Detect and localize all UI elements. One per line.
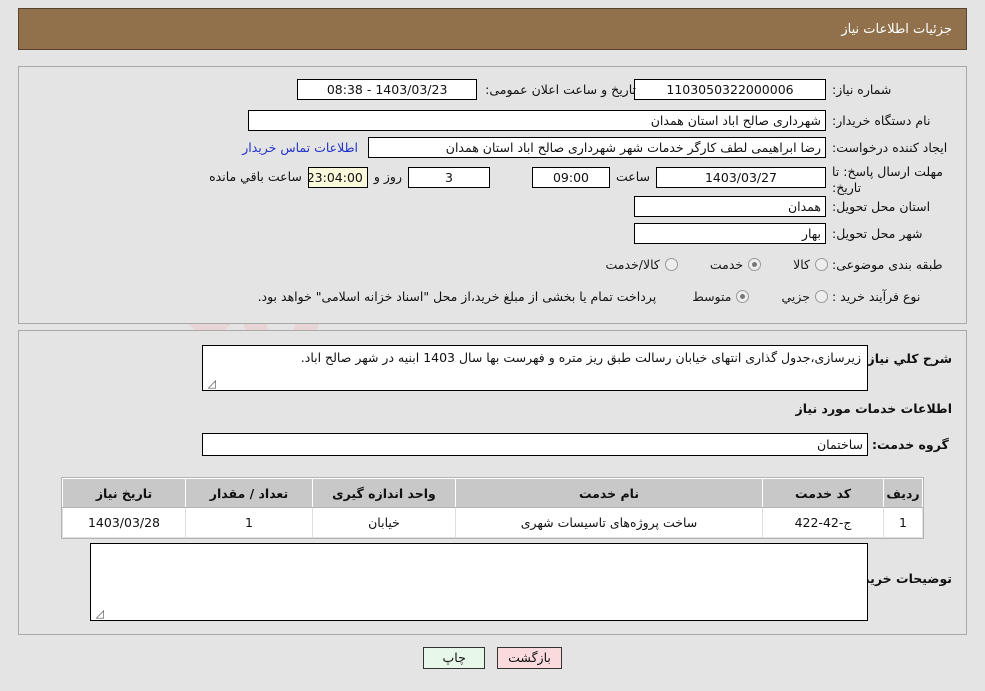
table-row[interactable]: 1 ج-42-422 ساخت پروژه‌های تاسیسات شهری خ… [62, 507, 923, 538]
services-section-title: اطلاعات خدمات مورد نیاز [795, 401, 953, 416]
category-option-goods-service[interactable]: کالا/خدمت [605, 257, 678, 272]
cell-need-date: 1403/03/28 [62, 507, 186, 538]
service-group-label: گروه خدمت: [872, 437, 949, 452]
th-quantity: تعداد / مقدار [185, 478, 313, 508]
row-buyer-notes: توضیحات خریدار: ◿ [90, 543, 952, 621]
need-info-panel: شماره نیاز: 1103050322000006 تاریخ و ساع… [18, 66, 967, 324]
page-header: جزئیات اطلاعات نیاز [18, 8, 967, 50]
cell-service-name: ساخت پروژه‌های تاسیسات شهری [455, 507, 763, 538]
th-row-number: ردیف [883, 478, 923, 508]
back-button[interactable]: بازگشت [497, 647, 562, 669]
print-button[interactable]: چاپ [423, 647, 486, 669]
summary-textarea[interactable]: زیرسازی،جدول گذاری انتهای خیابان رسالت ط… [202, 345, 868, 391]
process-option-medium-label: متوسط [692, 289, 732, 304]
buyer-org-label: نام دستگاه خریدار: [832, 113, 931, 128]
process-label: نوع فرآیند خرید : [832, 289, 921, 304]
footer-button-bar: بازگشت چاپ [0, 647, 985, 669]
city-label: شهر محل تحویل: [832, 226, 923, 241]
cell-quantity: 1 [185, 507, 313, 538]
remaining-days-field[interactable]: 3 [407, 167, 490, 188]
radio-icon-minor[interactable] [815, 290, 828, 303]
table-header-row: ردیف کد خدمت نام خدمت واحد اندازه گیری ت… [62, 478, 923, 508]
province-field[interactable]: همدان [634, 196, 826, 217]
need-number-label: شماره نیاز: [832, 82, 892, 97]
category-option-goods-service-label: کالا/خدمت [605, 257, 660, 272]
th-service-name: نام خدمت [455, 478, 763, 508]
row-province: استان محل تحویل: همدان [634, 196, 952, 217]
row-process: نوع فرآیند خرید : جزیي متوسط پرداخت تمام… [258, 289, 952, 304]
row-service-group: گروه خدمت: ساختمان [202, 433, 952, 456]
requester-field[interactable]: رضا ابراهیمی لطف کارگر خدمات شهر شهرداری… [368, 137, 826, 158]
buyer-notes-label: توضیحات خریدار: [846, 571, 952, 586]
page-title: جزئیات اطلاعات نیاز [841, 21, 952, 37]
th-service-code: کد خدمت [762, 478, 884, 508]
services-table: ردیف کد خدمت نام خدمت واحد اندازه گیری ت… [62, 478, 923, 538]
row-city: شهر محل تحویل: بهار [634, 223, 952, 244]
buyer-org-field[interactable]: شهرداری صالح اباد استان همدان [248, 110, 826, 131]
remaining-days-label: روز و [373, 169, 402, 184]
resize-grip-icon-notes[interactable]: ◿ [94, 608, 104, 619]
th-unit: واحد اندازه گیری [312, 478, 456, 508]
deadline-time-label: ساعت [615, 169, 650, 184]
buyer-contact-link[interactable]: اطلاعات تماس خریدار [242, 140, 358, 155]
process-option-minor-label: جزیي [781, 289, 810, 304]
cell-service-code: ج-42-422 [762, 507, 884, 538]
services-section-title-row: اطلاعات خدمات مورد نیاز [796, 401, 953, 416]
category-label: طبقه بندی موضوعی: [832, 257, 943, 272]
deadline-date-field[interactable]: 1403/03/27 [656, 167, 826, 188]
row-announce-datetime: تاریخ و ساعت اعلان عمومی: 1403/03/23 - 0… [297, 79, 636, 100]
row-requester: ایجاد کننده درخواست: رضا ابراهیمی لطف کا… [242, 137, 952, 158]
category-option-service[interactable]: خدمت [709, 257, 762, 272]
row-buyer-org: نام دستگاه خریدار: شهرداری صالح اباد است… [248, 110, 952, 131]
details-panel: شرح کلي نیاز: زیرسازی،جدول گذاری انتهای … [18, 330, 967, 635]
process-radio-group[interactable]: جزیي متوسط [666, 289, 828, 304]
deadline-label: مهلت ارسال پاسخ: تا تاریخ: [832, 164, 943, 195]
th-need-date: تاریخ نیاز [62, 478, 186, 508]
row-summary: شرح کلي نیاز: زیرسازی،جدول گذاری انتهای … [202, 345, 952, 391]
category-radio-group[interactable]: کالا خدمت کالا/خدمت [579, 257, 828, 272]
category-option-goods[interactable]: کالا [793, 257, 828, 272]
radio-icon-medium[interactable] [736, 290, 750, 303]
requester-label: ایجاد کننده درخواست: [832, 140, 948, 155]
process-option-minor[interactable]: جزیي [781, 289, 828, 304]
remaining-time-label: ساعت باقي مانده [209, 169, 302, 184]
row-deadline: مهلت ارسال پاسخ: تا تاریخ: 1403/03/27 سا… [209, 164, 952, 196]
remaining-time-field: 23:04:00 [307, 167, 368, 188]
announce-datetime-field[interactable]: 1403/03/23 - 08:38 [297, 79, 478, 100]
row-need-number: شماره نیاز: 1103050322000006 [634, 79, 952, 100]
service-group-field[interactable]: ساختمان [202, 433, 868, 456]
cell-row-number: 1 [883, 507, 923, 538]
row-category: طبقه بندی موضوعی: کالا خدمت کالا/خدمت [579, 257, 952, 272]
cell-unit: خیابان [312, 507, 456, 538]
radio-icon-service[interactable] [748, 258, 762, 271]
category-option-service-label: خدمت [709, 257, 744, 272]
deadline-time-field[interactable]: 09:00 [531, 167, 610, 188]
radio-icon-goods[interactable] [815, 258, 828, 271]
services-table-wrapper: ردیف کد خدمت نام خدمت واحد اندازه گیری ت… [61, 477, 924, 539]
need-number-field[interactable]: 1103050322000006 [634, 79, 826, 100]
resize-grip-icon[interactable]: ◿ [206, 378, 216, 389]
city-field[interactable]: بهار [634, 223, 826, 244]
province-label: استان محل تحویل: [832, 199, 931, 214]
process-option-medium[interactable]: متوسط [692, 289, 750, 304]
buyer-notes-textarea[interactable]: ◿ [90, 543, 868, 621]
announce-datetime-label: تاریخ و ساعت اعلان عمومی: [485, 82, 636, 97]
category-option-goods-label: کالا [793, 257, 810, 272]
summary-text: زیرسازی،جدول گذاری انتهای خیابان رسالت ط… [300, 350, 861, 365]
summary-label: شرح کلي نیاز: [862, 351, 952, 366]
payment-note: پرداخت تمام یا بخشی از مبلغ خرید،از محل … [257, 289, 657, 304]
radio-icon-goods-service[interactable] [664, 258, 678, 271]
